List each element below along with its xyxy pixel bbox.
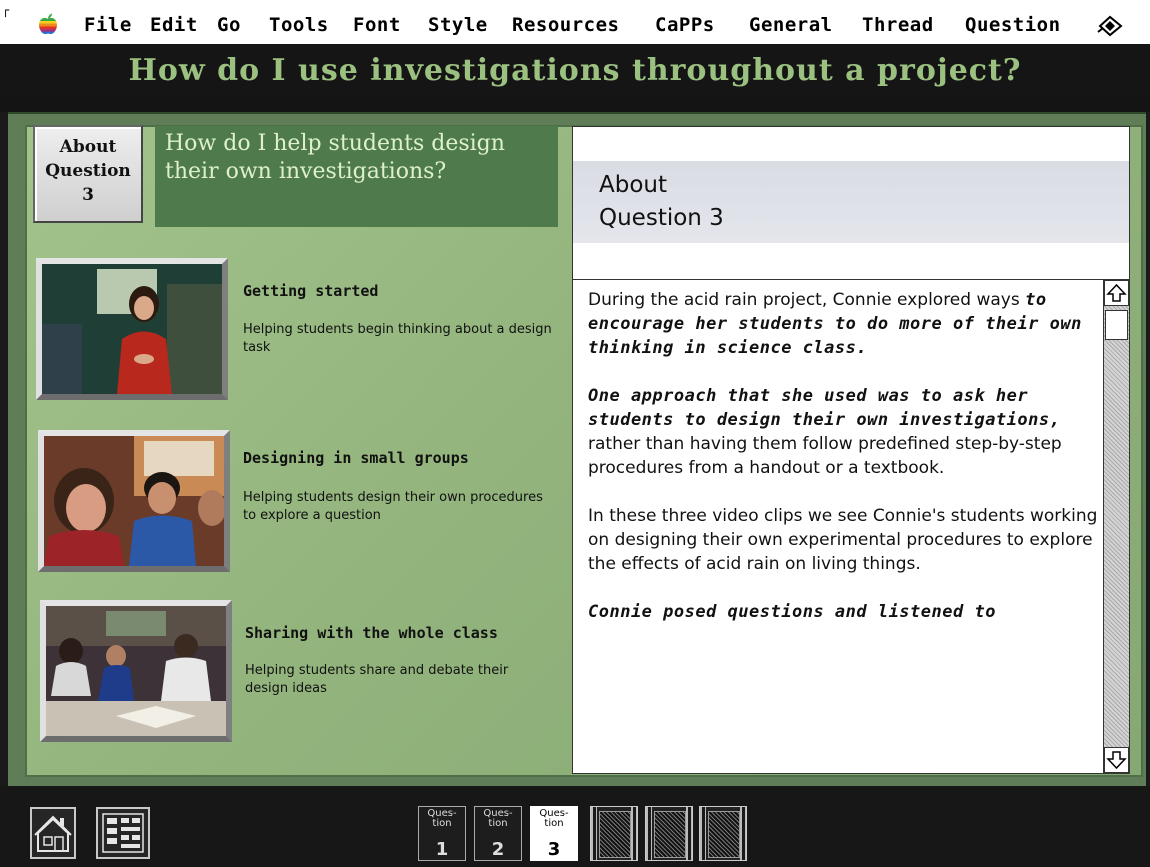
video-still-small-group <box>44 436 224 566</box>
question-3-number: 3 <box>547 839 561 860</box>
up-arrow-icon <box>1106 283 1127 302</box>
about-button-line-1: About <box>59 137 117 157</box>
card-heading-line-1: About <box>599 172 668 198</box>
question-2-number: 2 <box>491 839 505 860</box>
card-heading-line-2: Question 3 <box>599 205 724 231</box>
clip-desc-small-groups: Helping students design their own proced… <box>243 490 543 523</box>
paragraph-2: One approach that she used was to ask he… <box>588 384 1098 480</box>
home-button[interactable] <box>30 807 76 859</box>
menu-file[interactable]: File <box>84 14 132 36</box>
card-heading: About Question 3 <box>599 169 724 235</box>
clip-thumbnail-whole-class[interactable] <box>40 600 232 742</box>
title-band: How do I use investigations throughout a… <box>0 44 1150 98</box>
menu-capps[interactable]: CaPPs <box>655 14 715 36</box>
down-arrow-icon <box>1106 751 1127 770</box>
clip-desc-whole-class: Helping students share and debate their … <box>245 663 509 696</box>
map-button[interactable] <box>96 807 150 859</box>
menu-font[interactable]: Font <box>353 14 401 36</box>
menu-resources[interactable]: Resources <box>512 14 619 36</box>
page-title: How do I use investigations throughout a… <box>128 53 1022 88</box>
card-divider <box>573 279 1129 280</box>
video-still-teacher <box>42 264 222 394</box>
about-button-line-2: Question <box>45 161 131 181</box>
menu-tools[interactable]: Tools <box>269 14 329 36</box>
menu-thread[interactable]: Thread <box>862 14 934 36</box>
about-button-line-3: 3 <box>82 185 94 205</box>
paragraph-1: During the acid rain project, Connie exp… <box>588 288 1098 360</box>
about-question-card: About Question 3 During the acid rain pr… <box>572 126 1130 774</box>
menu-general[interactable]: General <box>749 14 833 36</box>
clip-title-whole-class[interactable]: Sharing with the whole class <box>245 624 498 642</box>
paragraph-4: Connie posed questions and listened to <box>588 600 1098 624</box>
p3-text: In these three video clips we see Connie… <box>588 506 1098 574</box>
question-1-label: Ques-tion <box>427 808 457 829</box>
scroll-thumb[interactable] <box>1105 310 1128 340</box>
question-3-button[interactable]: Ques-tion 3 <box>530 806 578 861</box>
question-2-label: Ques-tion <box>483 808 513 829</box>
p2-emphasis: One approach that she used was to ask he… <box>588 386 1061 430</box>
window-corner-mark: ┌ <box>2 3 10 17</box>
video-still-classroom <box>46 606 226 736</box>
menu-bar: ┌ File Edit Go Tools Font Style Resource… <box>0 0 1150 44</box>
home-icon <box>34 815 72 852</box>
clip-2-filmstrip-button[interactable] <box>645 806 693 861</box>
card-body-text: During the acid rain project, Connie exp… <box>588 288 1098 770</box>
clip-thumbnail-small-groups[interactable] <box>38 430 230 572</box>
title-divider <box>0 98 1150 112</box>
p4-emphasis: Connie posed questions and listened to <box>588 602 996 622</box>
scroll-up-button[interactable] <box>1104 280 1129 306</box>
apple-menu-icon[interactable] <box>38 13 58 35</box>
question-heading-box: How do I help students design their own … <box>155 126 558 227</box>
clip-title-getting-started[interactable]: Getting started <box>243 282 378 300</box>
filmstrip-icon <box>654 811 686 858</box>
clip-1-filmstrip-button[interactable] <box>590 806 638 861</box>
balloon-help-icon[interactable] <box>1096 14 1124 38</box>
paragraph-3: In these three video clips we see Connie… <box>588 504 1098 576</box>
card-header: About Question 3 <box>573 161 1129 243</box>
menu-question[interactable]: Question <box>965 14 1061 36</box>
overview-map-icon <box>102 813 144 853</box>
clip-thumbnail-getting-started[interactable] <box>36 258 228 400</box>
filmstrip-icon <box>708 811 740 858</box>
filmstrip-icon <box>599 811 631 858</box>
vertical-scrollbar[interactable] <box>1103 280 1129 773</box>
question-heading: How do I help students design their own … <box>165 131 505 184</box>
about-question-button[interactable]: About Question 3 <box>33 125 143 223</box>
menu-go[interactable]: Go <box>217 14 241 36</box>
clip-title-small-groups[interactable]: Designing in small groups <box>243 449 469 467</box>
clip-3-filmstrip-button[interactable] <box>699 806 747 861</box>
menu-style[interactable]: Style <box>428 14 488 36</box>
question-1-button[interactable]: Ques-tion 1 <box>418 806 466 861</box>
clip-desc-getting-started: Helping students begin thinking about a … <box>243 322 552 355</box>
question-3-label: Ques-tion <box>539 808 569 829</box>
menu-edit[interactable]: Edit <box>150 14 198 36</box>
p2-text: rather than having them follow predefine… <box>588 434 1062 478</box>
p1-text: During the acid rain project, Connie exp… <box>588 290 1026 310</box>
scroll-down-button[interactable] <box>1104 747 1129 773</box>
question-1-number: 1 <box>435 839 449 860</box>
question-2-button[interactable]: Ques-tion 2 <box>474 806 522 861</box>
